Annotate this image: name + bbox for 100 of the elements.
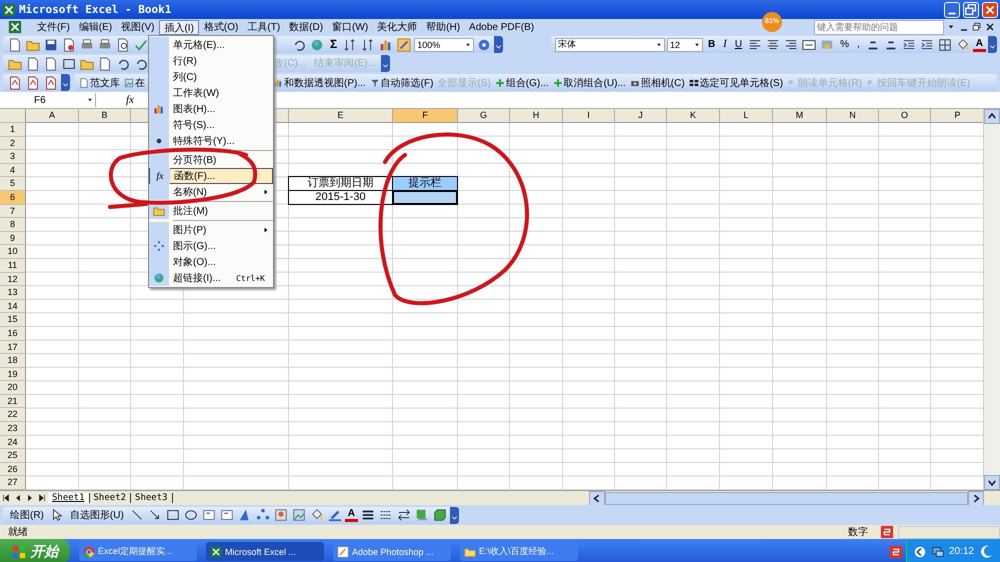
row-header[interactable]: 24 bbox=[0, 436, 26, 450]
sheet-tab[interactable]: Sheet2 bbox=[90, 493, 132, 503]
toolbar-options-icon[interactable] bbox=[61, 74, 70, 91]
draw-menu-button[interactable]: 绘图(R) bbox=[7, 508, 47, 522]
menu-item[interactable]: 工作表(W) bbox=[149, 85, 273, 101]
row-header[interactable]: 23 bbox=[0, 422, 26, 436]
close-button[interactable] bbox=[984, 21, 996, 33]
underline-button[interactable]: U bbox=[732, 37, 746, 52]
column-header[interactable]: M bbox=[773, 109, 827, 123]
sheet-tab[interactable]: Sheet1 bbox=[48, 493, 90, 503]
toolbar-button[interactable]: 范文库 bbox=[78, 76, 121, 90]
selected-cell[interactable] bbox=[392, 190, 458, 205]
row-header[interactable]: 17 bbox=[0, 340, 26, 354]
text-box-icon[interactable] bbox=[218, 507, 235, 523]
row-header[interactable]: 19 bbox=[0, 368, 26, 382]
scroll-up-button[interactable] bbox=[984, 109, 1000, 124]
font-size-dropdown[interactable]: 12 bbox=[666, 38, 703, 52]
row-header[interactable]: 25 bbox=[0, 449, 26, 463]
scroll-right-button[interactable] bbox=[968, 490, 984, 506]
pdf-document-icon[interactable] bbox=[43, 74, 59, 90]
insert-function-button[interactable]: fx bbox=[126, 94, 134, 106]
toolbar-button[interactable]: 照相机(C) bbox=[628, 76, 686, 90]
borders-icon[interactable] bbox=[936, 36, 953, 52]
row-header[interactable]: 11 bbox=[0, 258, 26, 273]
toolbar-button[interactable]: 选定可见单元格(S) bbox=[688, 76, 784, 90]
toolbar-options-icon[interactable] bbox=[450, 506, 460, 524]
column-header[interactable]: I bbox=[563, 109, 615, 123]
row-header[interactable]: 12 bbox=[0, 272, 26, 286]
row-header[interactable]: 1 bbox=[0, 123, 26, 137]
bold-button[interactable]: B bbox=[704, 37, 718, 52]
help-search-field[interactable]: 键入需要帮助的问题 bbox=[814, 20, 944, 34]
toolbar-button[interactable]: 和数据透视图(P)... bbox=[272, 76, 367, 90]
italic-button[interactable]: I bbox=[720, 37, 730, 52]
input-method-icon[interactable] bbox=[880, 525, 894, 539]
network-icon[interactable] bbox=[930, 544, 945, 558]
row-header[interactable]: 8 bbox=[0, 218, 26, 232]
column-header[interactable]: F bbox=[393, 109, 458, 123]
column-header[interactable]: N bbox=[827, 109, 879, 123]
row-header[interactable]: 16 bbox=[0, 326, 26, 340]
menu-item[interactable]: 批注(M) bbox=[149, 200, 273, 219]
pdf-document-icon[interactable] bbox=[7, 74, 23, 90]
menu-item[interactable]: 格式(O) bbox=[200, 20, 242, 34]
menu-item[interactable]: 对象(O)... bbox=[149, 254, 273, 270]
row-header[interactable]: 22 bbox=[0, 408, 26, 422]
taskbar-button[interactable]: Microsoft Excel ... bbox=[206, 542, 324, 561]
toolbar-button[interactable]: 自动筛选(F) bbox=[368, 76, 434, 90]
input-method-icon[interactable] bbox=[888, 544, 903, 558]
toolbar-button[interactable]: 在 bbox=[123, 76, 146, 90]
row-header[interactable]: 3 bbox=[0, 150, 26, 164]
drawing-tool-icon[interactable] bbox=[396, 36, 412, 52]
menu-item[interactable]: 帮助(H) bbox=[422, 20, 464, 34]
column-header[interactable]: J bbox=[615, 109, 667, 123]
moon-icon[interactable] bbox=[978, 544, 994, 560]
menu-item[interactable]: 编辑(E) bbox=[74, 20, 116, 34]
menu-item[interactable]: fx 函数(F)... bbox=[149, 168, 273, 184]
first-sheet-button[interactable] bbox=[1, 493, 11, 503]
row-header[interactable]: 7 bbox=[0, 204, 26, 218]
menu-item[interactable]: 数据(D) bbox=[285, 20, 328, 34]
menu-item[interactable]: 名称(N) bbox=[149, 184, 273, 200]
horizontal-scrollbar[interactable] bbox=[589, 492, 984, 504]
scroll-down-button[interactable] bbox=[984, 475, 1000, 490]
font-color-button[interactable]: A bbox=[344, 508, 358, 522]
menu-item[interactable]: 插入(I) bbox=[159, 20, 199, 34]
column-header[interactable]: A bbox=[26, 109, 79, 123]
column-header[interactable]: B bbox=[79, 109, 131, 123]
row-header[interactable]: 18 bbox=[0, 354, 26, 368]
taskbar-button[interactable]: Adobe Photoshop ... bbox=[333, 542, 451, 561]
print-preview-icon[interactable] bbox=[115, 36, 131, 52]
row-header[interactable]: 13 bbox=[0, 286, 26, 300]
column-header[interactable]: G bbox=[458, 109, 510, 123]
taskbar-button[interactable]: E:\收入\百度经验... bbox=[460, 542, 578, 561]
last-sheet-button[interactable] bbox=[37, 493, 47, 503]
menu-item[interactable]: 图片(P) bbox=[149, 219, 273, 238]
row-header[interactable]: 6 bbox=[0, 190, 26, 205]
clip-art-icon[interactable] bbox=[272, 507, 289, 523]
autosum-button[interactable]: Σ bbox=[327, 37, 340, 52]
pdf-document-icon[interactable] bbox=[25, 74, 41, 90]
taskbar-button[interactable]: Excel定期提醒实... bbox=[79, 542, 197, 561]
menu-item[interactable]: 图示(G)... bbox=[149, 238, 273, 254]
ellipse-icon[interactable] bbox=[182, 507, 199, 523]
menu-item[interactable]: 列(C) bbox=[149, 69, 273, 85]
menu-item[interactable]: 符号(S)... bbox=[149, 117, 273, 133]
menu-item[interactable]: Adobe PDF(B) bbox=[465, 20, 538, 34]
menu-item[interactable]: 图表(H)... bbox=[149, 101, 273, 117]
toolbar-button[interactable]: 取消组合(U)... bbox=[552, 76, 627, 90]
picture-icon[interactable] bbox=[290, 507, 307, 523]
arrow-style-icon[interactable] bbox=[396, 507, 412, 523]
row-header[interactable]: 21 bbox=[0, 394, 26, 408]
row-header[interactable]: 26 bbox=[0, 462, 26, 476]
column-header[interactable]: O bbox=[879, 109, 931, 123]
toolbar-options-icon[interactable] bbox=[380, 55, 390, 72]
row-header[interactable]: 10 bbox=[0, 245, 26, 259]
column-header[interactable]: P bbox=[931, 109, 983, 123]
zoom-dropdown[interactable]: 100% bbox=[414, 38, 474, 52]
menu-item[interactable]: 美化大师 bbox=[373, 20, 422, 34]
row-header[interactable]: 15 bbox=[0, 313, 26, 327]
menu-item[interactable]: 文件(F) bbox=[33, 20, 74, 34]
column-header[interactable]: K bbox=[667, 109, 720, 123]
column-header[interactable]: H bbox=[510, 109, 563, 123]
document-permission-icon[interactable] bbox=[61, 36, 77, 52]
